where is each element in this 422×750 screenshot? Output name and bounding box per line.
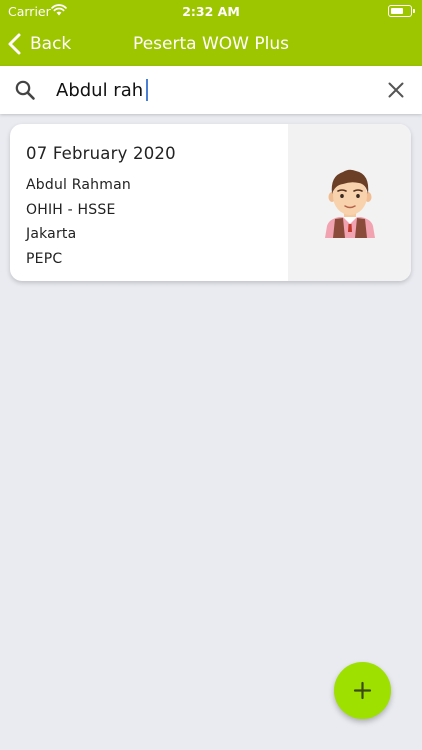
- add-button[interactable]: [334, 662, 391, 719]
- participant-info: 07 February 2020 Abdul Rahman OHIH - HSS…: [26, 144, 176, 271]
- battery-icon: [388, 5, 415, 17]
- participant-date: 07 February 2020: [26, 144, 176, 163]
- participant-photo: [288, 124, 411, 281]
- page-title: Peserta WOW Plus: [133, 34, 289, 54]
- app-header: Carrier 2:32 AM Back Peserta WOW Plus: [0, 0, 422, 66]
- participant-company: PEPC: [26, 250, 63, 267]
- avatar-icon: [321, 166, 379, 238]
- participant-card[interactable]: 07 February 2020 Abdul Rahman OHIH - HSS…: [10, 124, 411, 281]
- plus-icon: [353, 681, 372, 700]
- participant-unit: OHIH - HSSE: [26, 201, 116, 218]
- search-bar: [0, 66, 422, 114]
- participant-name: Abdul Rahman: [26, 177, 131, 193]
- chevron-left-icon: [6, 32, 24, 56]
- clear-icon[interactable]: [386, 80, 406, 100]
- back-label: Back: [30, 34, 72, 54]
- search-input[interactable]: [56, 74, 376, 106]
- text-caret: [146, 79, 148, 101]
- status-bar: Carrier 2:32 AM: [0, 0, 422, 22]
- participant-location: Jakarta: [26, 226, 77, 242]
- navigation-bar: Back Peserta WOW Plus: [0, 22, 422, 66]
- back-button[interactable]: Back: [6, 30, 71, 58]
- status-time: 2:32 AM: [182, 4, 240, 19]
- search-icon: [14, 79, 36, 101]
